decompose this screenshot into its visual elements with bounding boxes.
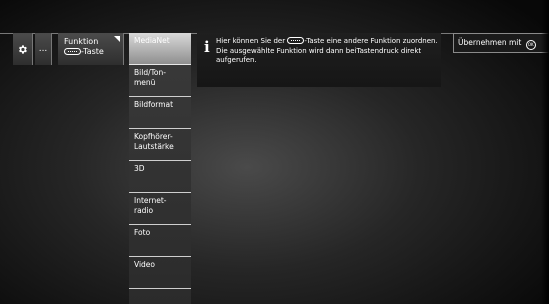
- function-menu: MediaNet Bild/Ton- menü Bildformat Kopfh…: [129, 33, 191, 304]
- menu-item-label: Bildformat: [134, 100, 174, 109]
- menu-item-kopfhoerer-lautstaerke[interactable]: Kopfhörer- Lautstärke: [129, 129, 191, 161]
- tv-menu-screen: ... Funktion -Taste MediaNet Bild/Ton- m…: [0, 0, 549, 304]
- info-text: Hier können Sie der -Taste eine andere F…: [216, 37, 438, 66]
- menu-item-label: Internet- radio: [134, 196, 167, 215]
- info-text-part-1: Hier können Sie der: [216, 37, 286, 45]
- function-key-label: -Taste: [81, 47, 104, 56]
- key-icon: [64, 48, 81, 55]
- apply-label: Übernehmen mit: [458, 38, 522, 47]
- apply-button[interactable]: Übernehmen mit OK: [453, 33, 549, 53]
- more-button[interactable]: ...: [35, 33, 52, 65]
- menu-item-internetradio[interactable]: Internet- radio: [129, 193, 191, 225]
- more-label: ...: [38, 44, 48, 54]
- function-key-line: -Taste: [64, 47, 123, 57]
- function-key-button[interactable]: Funktion -Taste: [58, 33, 124, 65]
- menu-item-label: Bild/Ton- menü: [134, 68, 166, 87]
- menu-item-label: Foto: [134, 228, 151, 237]
- menu-item-label: Video: [134, 260, 156, 269]
- menu-item-bildformat[interactable]: Bildformat: [129, 97, 191, 129]
- menu-item-medianet[interactable]: MediaNet: [129, 33, 191, 65]
- screen-edge-shade: [541, 0, 549, 304]
- ok-icon: OK: [525, 40, 536, 50]
- menu-item-3d[interactable]: 3D: [129, 161, 191, 193]
- gear-icon: [19, 44, 27, 54]
- menu-item-video[interactable]: Video: [129, 257, 191, 289]
- settings-button[interactable]: [13, 33, 33, 65]
- key-icon: [287, 37, 305, 44]
- menu-item-label: Kopfhörer- Lautstärke: [134, 132, 174, 151]
- corner-triangle-icon: [114, 36, 120, 42]
- info-icon: i: [204, 38, 210, 56]
- menu-item-foto[interactable]: Foto: [129, 225, 191, 257]
- menu-item-label: 3D: [134, 164, 145, 173]
- menu-item-label: MediaNet: [134, 36, 170, 45]
- info-panel: i Hier können Sie der -Taste eine andere…: [197, 33, 441, 87]
- menu-item-bild-ton-menu[interactable]: Bild/Ton- menü: [129, 65, 191, 97]
